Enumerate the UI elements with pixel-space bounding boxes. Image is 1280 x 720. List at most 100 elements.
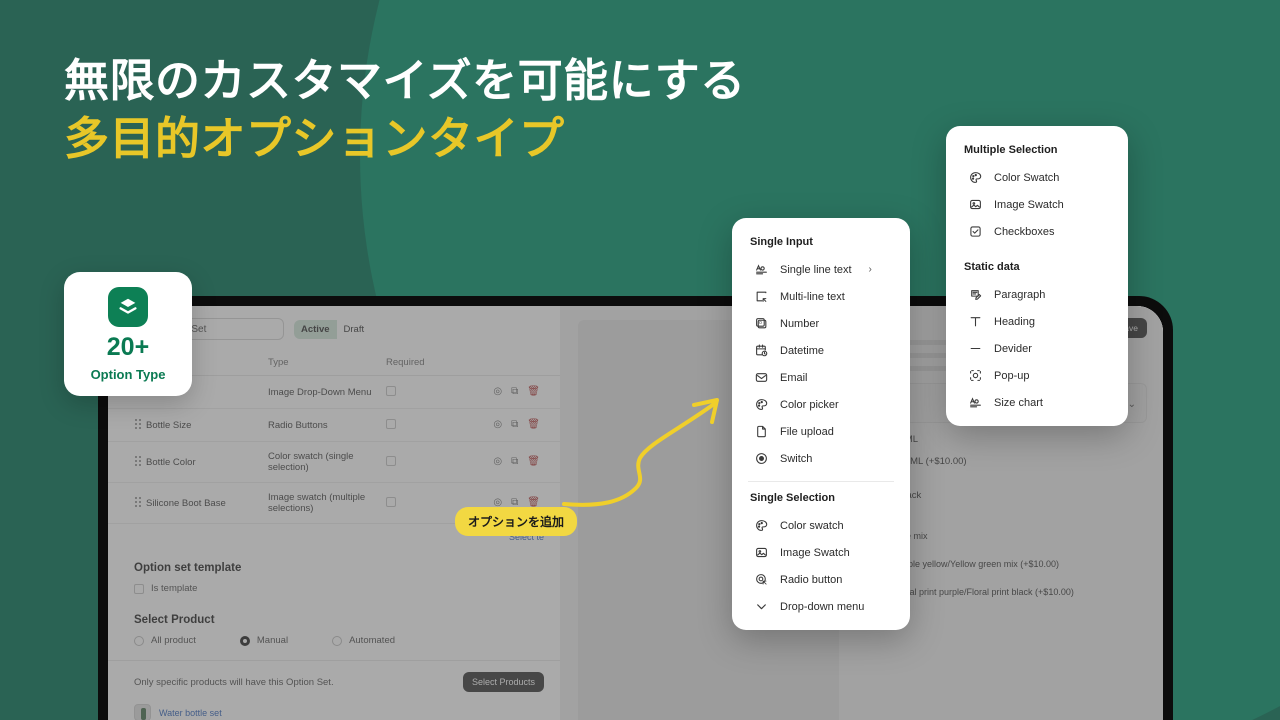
is-template-row[interactable]: Is template (134, 583, 534, 594)
image-icon (968, 198, 983, 211)
preview-size-option[interactable]: 1000ML (+$10.00) (869, 456, 1147, 467)
product-name-link[interactable]: Water bottle set (159, 708, 222, 718)
layers-icon (108, 286, 148, 327)
status-draft-option[interactable]: Draft (337, 320, 372, 339)
preview-image-swatch-row[interactable]: Purple yellow/Yellow green mix (+$10.00) (869, 555, 1147, 572)
menu-item-datetime[interactable]: Datetime (732, 337, 910, 364)
select-products-button[interactable]: Select Products (462, 672, 544, 692)
svg-text:0: 0 (759, 320, 762, 326)
menu-item-label: Color picker (780, 398, 839, 411)
option-type-cell: Radio Buttons (264, 408, 382, 442)
required-checkbox[interactable] (386, 496, 396, 507)
preview-icon[interactable]: ◎ (493, 420, 502, 430)
option-type-badge-card: 20+ Option Type (64, 272, 192, 396)
preview-icon[interactable]: ◎ (493, 387, 502, 397)
delete-icon[interactable]: 🗑 (527, 457, 540, 467)
image-swatch-label: Purple yellow/Yellow green mix (+$10.00) (894, 558, 1060, 569)
radio-automated[interactable]: Automated (332, 635, 395, 646)
table-row[interactable]: Bottle Color Color swatch (single select… (108, 441, 560, 483)
select-product-title: Select Product (134, 614, 215, 626)
drag-handle-icon[interactable] (134, 496, 142, 507)
calendar-clock-icon (754, 344, 769, 357)
required-cell[interactable] (382, 482, 450, 524)
delete-icon[interactable]: 🗑 (527, 387, 540, 397)
preview-size-option[interactable]: 500ML (869, 434, 1147, 445)
menu-item-size-chart[interactable]: Size chart (946, 389, 1128, 416)
option-set-template-section: Option set template Is template (108, 552, 560, 598)
palette-icon (968, 171, 983, 184)
menu-item-image-swatch-multi[interactable]: Image Swatch (946, 191, 1128, 218)
radio-all-product[interactable]: All product (134, 635, 196, 646)
menu-item-checkboxes[interactable]: Checkboxes (946, 218, 1128, 245)
preview-color-swatch-row[interactable]: Black (869, 485, 1147, 505)
product-scope-radio-group: All product Manual Automated (134, 635, 534, 646)
multiline-text-icon (754, 290, 769, 303)
radio-indicator[interactable] (332, 635, 343, 646)
required-checkbox[interactable] (386, 418, 396, 429)
menu-item-popup[interactable]: Pop-up (946, 362, 1128, 389)
menu-item-label: Datetime (780, 344, 825, 357)
chevron-right-icon[interactable]: › (869, 264, 872, 275)
option-type-caption: Option Type (90, 366, 166, 382)
preview-image-swatch-row[interactable]: Floral print purple/Floral print black (… (869, 583, 1147, 600)
menu-item-label: Drop-down menu (780, 600, 865, 613)
chevron-down-icon[interactable]: ⌄ (1128, 399, 1136, 410)
menu-item-label: Pop-up (994, 369, 1030, 382)
heading-icon (968, 315, 983, 328)
radio-manual[interactable]: Manual (239, 635, 288, 646)
drag-handle-cell[interactable] (108, 482, 142, 524)
is-template-label: Is template (151, 583, 198, 594)
drag-handle-icon[interactable] (134, 455, 142, 466)
duplicate-icon[interactable]: ⧉ (511, 387, 518, 397)
radio-indicator[interactable] (134, 635, 144, 646)
menu-divider (748, 481, 894, 482)
menu-item-single-line-text[interactable]: Single line text › (732, 256, 910, 283)
required-checkbox[interactable] (386, 385, 396, 396)
menu-item-multi-line-text[interactable]: Multi-line text (732, 283, 910, 310)
required-checkbox[interactable] (386, 455, 396, 466)
menu-item-label: Image Swatch (780, 546, 850, 559)
menu-item-image-swatch[interactable]: Image Swatch (732, 539, 910, 566)
option-type-cell: Color swatch (single selection) (264, 441, 382, 483)
preview-image-swatch-row[interactable]: blue mix (869, 527, 1147, 544)
headline-line-1: 無限のカスタマイズを可能にする (64, 55, 746, 106)
required-cell[interactable] (382, 441, 450, 483)
required-cell[interactable] (382, 375, 450, 409)
preview-icon[interactable]: ◎ (493, 457, 502, 467)
menu-item-heading[interactable]: Heading (946, 308, 1128, 335)
menu-item-number[interactable]: 0 Number (732, 310, 910, 337)
menu-item-paragraph[interactable]: Paragraph (946, 281, 1128, 308)
menu-item-dropdown-menu[interactable]: Drop-down menu (732, 593, 910, 620)
duplicate-icon[interactable]: ⧉ (511, 420, 518, 430)
status-active-option[interactable]: Active (294, 319, 337, 339)
is-template-checkbox[interactable] (134, 583, 144, 594)
radio-label: Automated (349, 635, 396, 646)
required-cell[interactable] (382, 408, 450, 442)
menu-item-divider[interactable]: Devider (946, 335, 1128, 362)
option-name-cell: Silicone Boot Base (142, 482, 264, 524)
menu-item-label: File upload (780, 425, 834, 438)
radio-button-icon (754, 573, 769, 586)
radio-indicator-selected[interactable] (239, 635, 250, 646)
status-toggle[interactable]: Active Draft (294, 319, 372, 339)
menu-group-title: Static data (964, 261, 1020, 273)
menu-item-radio-button[interactable]: Radio button (732, 566, 910, 593)
duplicate-icon[interactable]: ⧉ (511, 457, 518, 467)
drag-handle-cell[interactable] (108, 408, 142, 442)
radio-label: All product (151, 635, 196, 646)
headline-line-2: 多目的オプションタイプ (64, 113, 565, 164)
drag-handle-cell[interactable] (108, 441, 142, 483)
menu-item-color-swatch-multi[interactable]: Color Swatch (946, 164, 1128, 191)
checkbox-icon (968, 225, 983, 238)
select-products-row: Only specific products will have this Op… (108, 661, 560, 700)
image-swatch-label: Floral print purple/Floral print black (… (894, 586, 1074, 597)
paragraph-icon (968, 288, 983, 301)
selected-product-row[interactable]: Water bottle set (108, 700, 560, 720)
divider-icon (968, 342, 983, 355)
row-actions-cell: ◎ ⧉ 🗑 (450, 408, 560, 442)
delete-icon[interactable]: 🗑 (527, 420, 540, 430)
image-icon (754, 546, 769, 559)
drag-handle-icon[interactable] (134, 418, 142, 429)
product-thumbnail (134, 704, 151, 720)
table-row[interactable]: Bottle Size Radio Buttons ◎ ⧉ 🗑 (108, 408, 560, 442)
